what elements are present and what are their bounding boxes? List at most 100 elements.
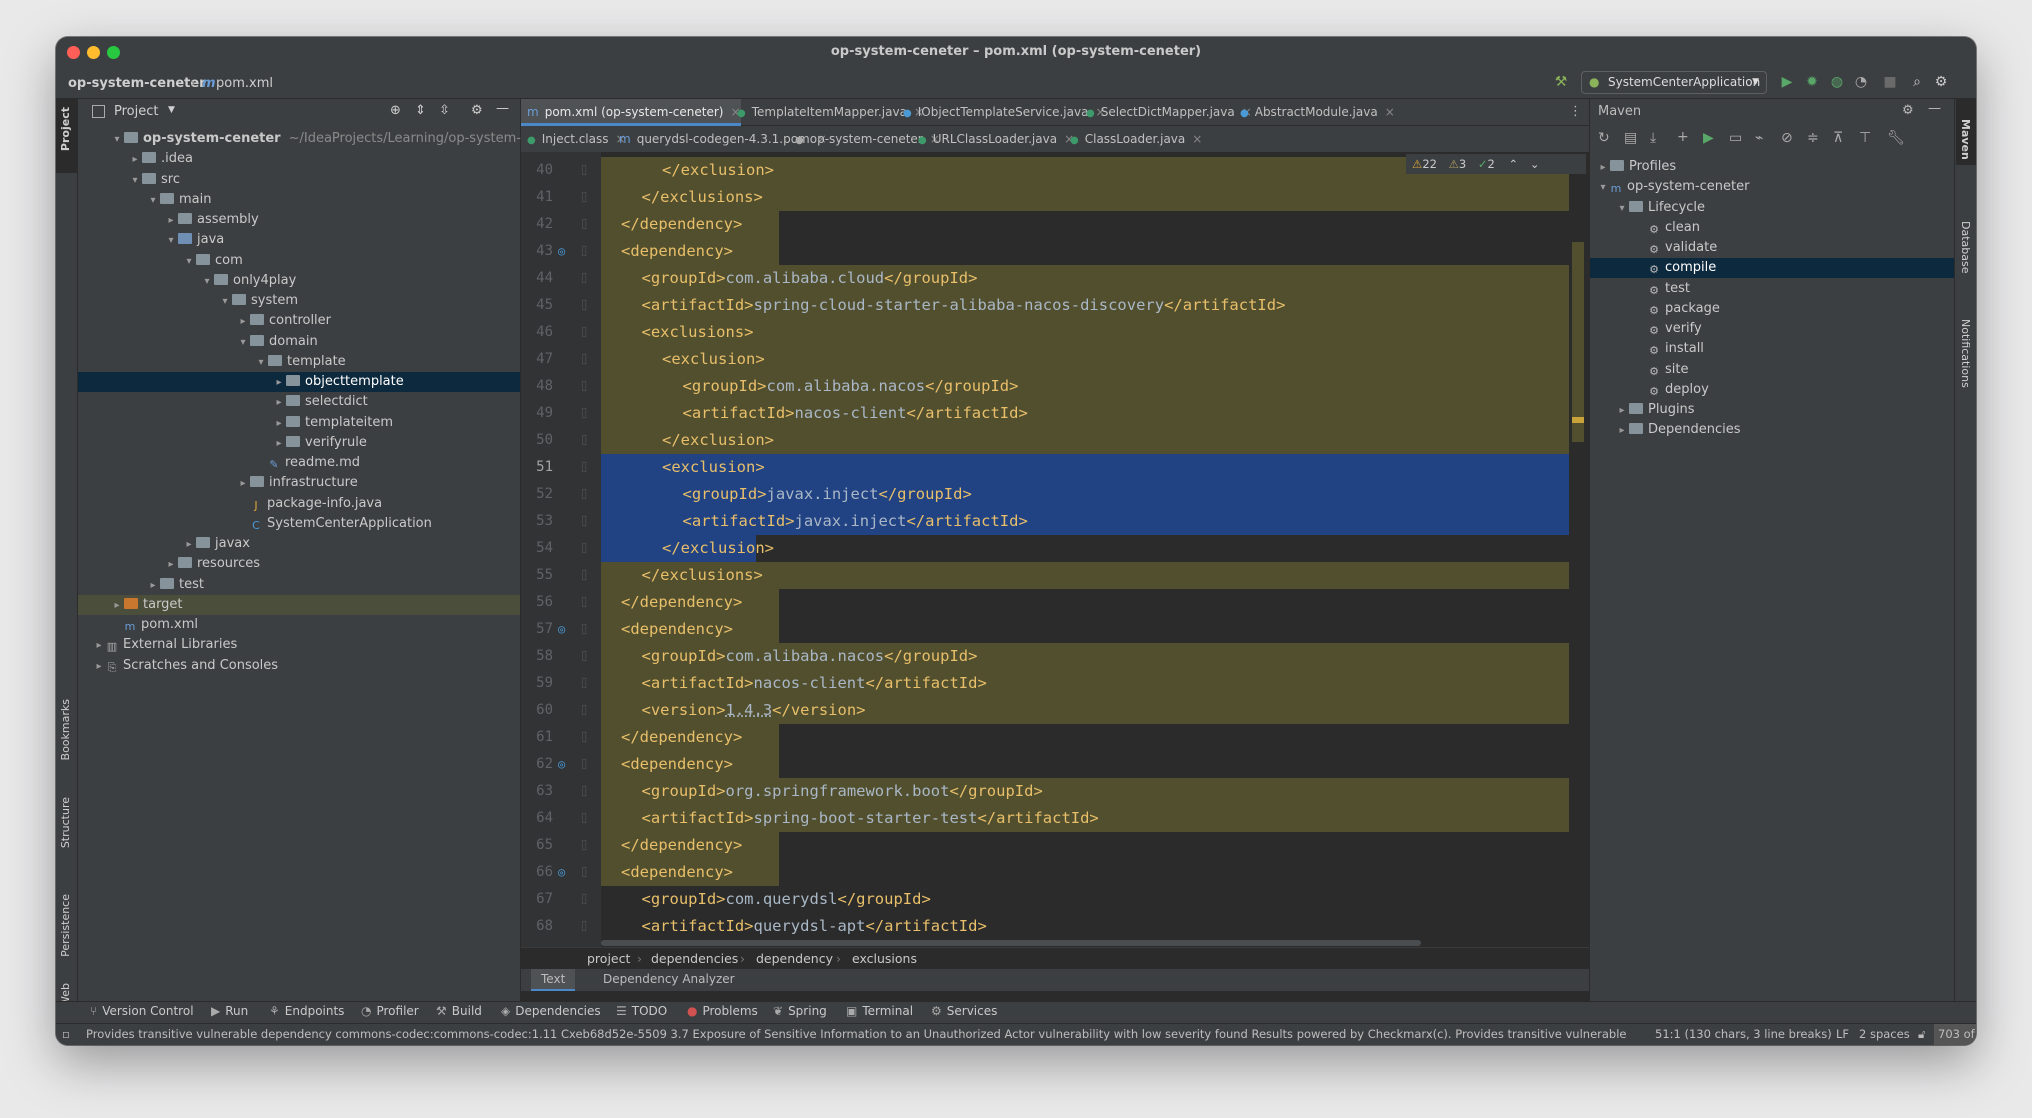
tree-item[interactable]: ▸ selectdict	[78, 392, 520, 412]
code-line[interactable]: 47 ⌷ <exclusion>	[521, 346, 1589, 373]
breadcrumb-dependencies[interactable]: dependencies	[651, 948, 738, 969]
run-configuration-select[interactable]: ● SystemCenterApplication ▼	[1581, 71, 1767, 94]
execute-goal-icon[interactable]: ▭	[1729, 130, 1742, 146]
previous-highlight-icon[interactable]: ⌃	[1509, 157, 1519, 171]
skip-tests-icon[interactable]: ⊘	[1781, 130, 1793, 146]
line-separator[interactable]: LF	[1836, 1024, 1849, 1045]
code-line[interactable]: 67 ⌷ <groupId>com.querydsl</groupId>	[521, 886, 1589, 913]
fold-marker-icon[interactable]: ⌷	[581, 481, 588, 508]
tree-item[interactable]: ▸ test	[78, 575, 520, 595]
dependency-gutter-icon[interactable]: ◎	[558, 859, 565, 886]
code-line[interactable]: 51 ⌷ <exclusion>	[521, 454, 1589, 481]
next-highlight-icon[interactable]: ⌄	[1530, 157, 1540, 171]
fold-marker-icon[interactable]: ⌷	[581, 184, 588, 211]
maven-tree-item[interactable]: ⚙ deploy	[1590, 380, 1954, 400]
more-tabs-icon[interactable]: ⋮	[1569, 104, 1582, 119]
collapse-icon[interactable]: ≑	[1807, 130, 1819, 146]
tree-item[interactable]: ▾ com	[78, 251, 520, 271]
tool-window-button[interactable]: ◈ Dependencies	[501, 1004, 601, 1018]
tree-item[interactable]: ▾ src	[78, 170, 520, 190]
lock-icon[interactable]: 🔓︎	[1918, 1024, 1925, 1045]
expand-arrow-icon[interactable]: ▾	[146, 191, 160, 211]
code-line[interactable]: 66 ◎ ⌷ <dependency>	[521, 859, 1589, 886]
project-view-select[interactable]: Project	[114, 104, 158, 119]
download-icon[interactable]: ⤓	[1650, 130, 1656, 146]
tool-window-button[interactable]: ⚙ Services	[931, 1004, 997, 1018]
inspection-widget[interactable]: ⚠22 ⚠3 ✓2 ⌃ ⌄	[1406, 154, 1586, 174]
fold-marker-icon[interactable]: ⌷	[581, 616, 588, 643]
code-line[interactable]: 50 ⌷ </exclusion>	[521, 427, 1589, 454]
hammer-build-icon[interactable]: ⚒	[1553, 74, 1569, 90]
expand-arrow-icon[interactable]: ▸	[182, 535, 196, 555]
tool-window-button[interactable]: ● Problems	[687, 1004, 758, 1018]
fold-marker-icon[interactable]: ⌷	[581, 211, 588, 238]
fold-marker-icon[interactable]: ⌷	[581, 373, 588, 400]
tree-item[interactable]: Jpackage-info.java	[78, 494, 520, 514]
tool-window-button[interactable]: ⚒ Build	[436, 1004, 482, 1018]
maven-tree-item[interactable]: ⚙ clean	[1590, 218, 1954, 238]
generate-sources-icon[interactable]: ▤	[1624, 130, 1637, 146]
debug-icon[interactable]: ✹	[1804, 74, 1820, 90]
dependency-gutter-icon[interactable]: ◎	[558, 238, 565, 265]
expand-arrow-icon[interactable]: ▸	[272, 373, 286, 393]
code-line[interactable]: 41 ⌷ </exclusions>	[521, 184, 1589, 211]
expand-arrow-icon[interactable]: ▾	[236, 333, 250, 353]
fold-marker-icon[interactable]: ⌷	[581, 346, 588, 373]
breadcrumb-project[interactable]: project	[587, 948, 630, 969]
fold-marker-icon[interactable]: ⌷	[581, 535, 588, 562]
nav-crumb-project[interactable]: op-system-ceneter	[68, 76, 206, 91]
tree-item[interactable]: ▾ only4play	[78, 271, 520, 291]
tree-item[interactable]: ▸ ▥ External Libraries	[78, 635, 520, 655]
expand-arrow-icon[interactable]: ▾	[128, 171, 142, 191]
expand-arrow-icon[interactable]: ▸	[110, 596, 124, 616]
expand-arrow-icon[interactable]: ▾	[182, 252, 196, 272]
code-line[interactable]: 61 ⌷ </dependency>	[521, 724, 1589, 751]
fold-marker-icon[interactable]: ⌷	[581, 724, 588, 751]
tree-item[interactable]: ▸ ⎘ Scratches and Consoles	[78, 656, 520, 676]
tree-item[interactable]: ▾ main	[78, 190, 520, 210]
run-icon[interactable]: ▶	[1779, 74, 1795, 90]
tool-persistence[interactable]: Persistence	[59, 894, 72, 957]
code-line[interactable]: 64 ⌷ <artifactId>spring-boot-starter-test<…	[521, 805, 1589, 832]
code-line[interactable]: 52 ⌷ <groupId>javax.inject</groupId>	[521, 481, 1589, 508]
expand-arrow-icon[interactable]: ▸	[1596, 158, 1610, 178]
tree-item[interactable]: ▸ controller	[78, 311, 520, 331]
dependency-gutter-icon[interactable]: ◎	[558, 616, 565, 643]
tree-item[interactable]: ▸ target	[78, 594, 520, 616]
expand-arrow-icon[interactable]: ▸	[146, 576, 160, 596]
breadcrumb-dependency[interactable]: dependency	[756, 948, 833, 969]
expand-arrow-icon[interactable]: ▾	[110, 130, 124, 150]
search-icon[interactable]: ⌕	[1909, 74, 1925, 90]
tree-item[interactable]: ▸ verifyrule	[78, 433, 520, 453]
editor-tab[interactable]: ● ClassLoader.java ×	[1064, 126, 1202, 153]
tool-project[interactable]: Project	[59, 107, 72, 151]
tab-text[interactable]: Text	[531, 969, 576, 991]
fold-marker-icon[interactable]: ⌷	[581, 859, 588, 886]
dependency-gutter-icon[interactable]: ◎	[558, 751, 565, 778]
fold-marker-icon[interactable]: ⌷	[581, 805, 588, 832]
reload-icon[interactable]: ↻	[1598, 130, 1610, 146]
options-gear-icon[interactable]: ⚙	[471, 103, 483, 118]
fold-marker-icon[interactable]: ⌷	[581, 913, 588, 940]
tree-item[interactable]: ▸ infrastructure	[78, 473, 520, 493]
tree-item[interactable]: ▸ resources	[78, 554, 520, 574]
fold-marker-icon[interactable]: ⌷	[581, 562, 588, 589]
code-line[interactable]: 46 ⌷ <exclusions>	[521, 319, 1589, 346]
code-line[interactable]: 42 ⌷ </dependency>	[521, 211, 1589, 238]
fold-marker-icon[interactable]: ⌷	[581, 832, 588, 859]
tree-item[interactable]: ✎ readme.md	[78, 453, 520, 473]
fold-marker-icon[interactable]: ⌷	[581, 697, 588, 724]
maven-tree-item[interactable]: ⚙ site	[1590, 360, 1954, 380]
code-line[interactable]: 48 ⌷ <groupId>com.alibaba.nacos</groupId>	[521, 373, 1589, 400]
tree-item[interactable]: m pom.xml	[78, 615, 520, 635]
code-line[interactable]: 45 ⌷ <artifactId>spring-cloud-starter-alib…	[521, 292, 1589, 319]
fold-marker-icon[interactable]: ⌷	[581, 292, 588, 319]
tree-item[interactable]: ▸ templateitem	[78, 413, 520, 433]
expand-arrow-icon[interactable]: ▾	[254, 353, 268, 373]
tool-notifications[interactable]: Notifications	[1959, 319, 1972, 388]
maven-tree-item[interactable]: ⚙ verify	[1590, 319, 1954, 339]
fold-marker-icon[interactable]: ⌷	[581, 454, 588, 481]
fold-marker-icon[interactable]: ⌷	[581, 778, 588, 805]
maven-tree-item[interactable]: ⚙ validate	[1590, 238, 1954, 258]
tool-structure[interactable]: Structure	[59, 797, 72, 848]
